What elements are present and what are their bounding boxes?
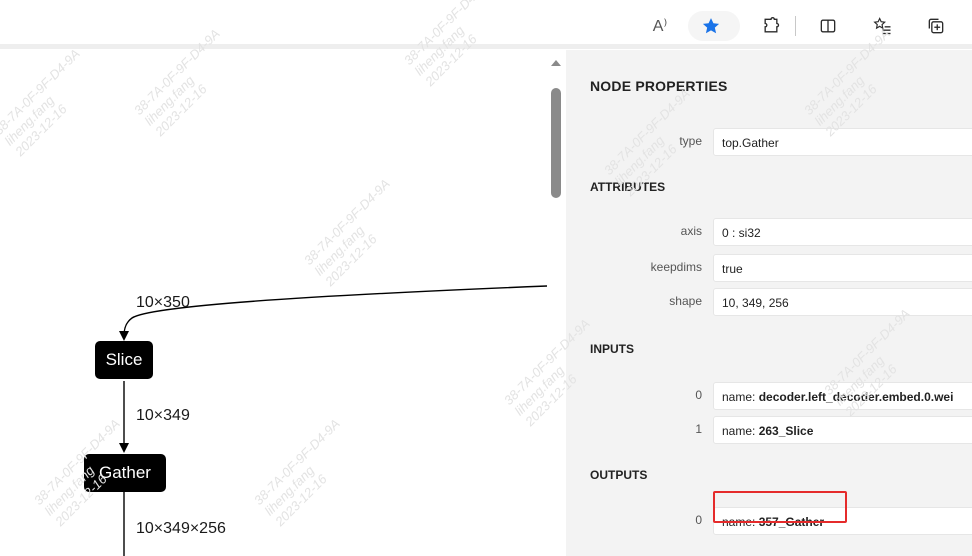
attribute-value[interactable]: true (713, 254, 972, 282)
read-aloud-icon[interactable]: A⁾ (647, 13, 673, 39)
edge-label-slice-to-gather: 10×349 (136, 407, 190, 424)
scroll-up-arrow-icon[interactable] (551, 60, 561, 66)
panel-title: NODE PROPERTIES (590, 78, 728, 94)
node-slice[interactable]: Slice (95, 341, 153, 379)
attribute-value[interactable]: 0 : si32 (713, 218, 972, 246)
edge-label-gather-out: 10×349×256 (136, 520, 226, 537)
input-name-prefix: name: (722, 390, 759, 404)
toolbar-bottom-border (0, 44, 972, 49)
property-key: type (679, 134, 702, 148)
attributes-heading: ATTRIBUTES (590, 180, 666, 194)
input-name: decoder.left_decoder.embed.0.wei (758, 390, 954, 404)
input-row: 0 name: decoder.left_decoder.embed.0.wei (566, 382, 972, 410)
property-value[interactable]: top.Gather (713, 128, 972, 156)
attribute-row: axis 0 : si32 (566, 218, 972, 246)
input-value[interactable]: name: 263_Slice (713, 416, 972, 444)
inputs-heading: INPUTS (590, 342, 635, 356)
toolbar-divider (795, 16, 796, 36)
attribute-value[interactable]: 10, 349, 256 (713, 288, 972, 316)
node-gather[interactable]: Gather (84, 454, 166, 492)
graph-scrollbar[interactable] (547, 50, 565, 556)
extensions-icon[interactable] (758, 13, 784, 39)
attribute-key: axis (680, 224, 702, 238)
node-properties-panel: NODE PROPERTIES type top.Gather ATTRIBUT… (566, 50, 972, 556)
output-highlight-box (713, 491, 847, 523)
collections-icon[interactable] (923, 13, 949, 39)
split-screen-icon[interactable] (815, 13, 841, 39)
scroll-thumb[interactable] (551, 88, 561, 198)
browser-toolbar: A⁾ (0, 0, 972, 50)
attribute-key: shape (669, 294, 702, 308)
attribute-row: shape 10, 349, 256 (566, 288, 972, 316)
property-row-type: type top.Gather (566, 128, 972, 156)
input-value[interactable]: name: decoder.left_decoder.embed.0.wei (713, 382, 972, 410)
input-key: 0 (695, 388, 702, 402)
input-key: 1 (695, 422, 702, 436)
input-name: 263_Slice (758, 424, 814, 438)
edge-label-input-to-slice: 10×350 (136, 294, 190, 311)
attribute-key: keepdims (650, 260, 702, 274)
attribute-row: keepdims true (566, 254, 972, 282)
outputs-heading: OUTPUTS (590, 468, 648, 482)
graph-canvas[interactable]: 10×350 Slice 10×349 Gather 10×349×256 (0, 50, 566, 556)
input-row: 1 name: 263_Slice (566, 416, 972, 444)
favorite-star-icon[interactable] (698, 13, 724, 39)
output-key: 0 (695, 513, 702, 527)
favorites-list-icon[interactable] (870, 13, 896, 39)
input-name-prefix: name: (722, 424, 759, 438)
